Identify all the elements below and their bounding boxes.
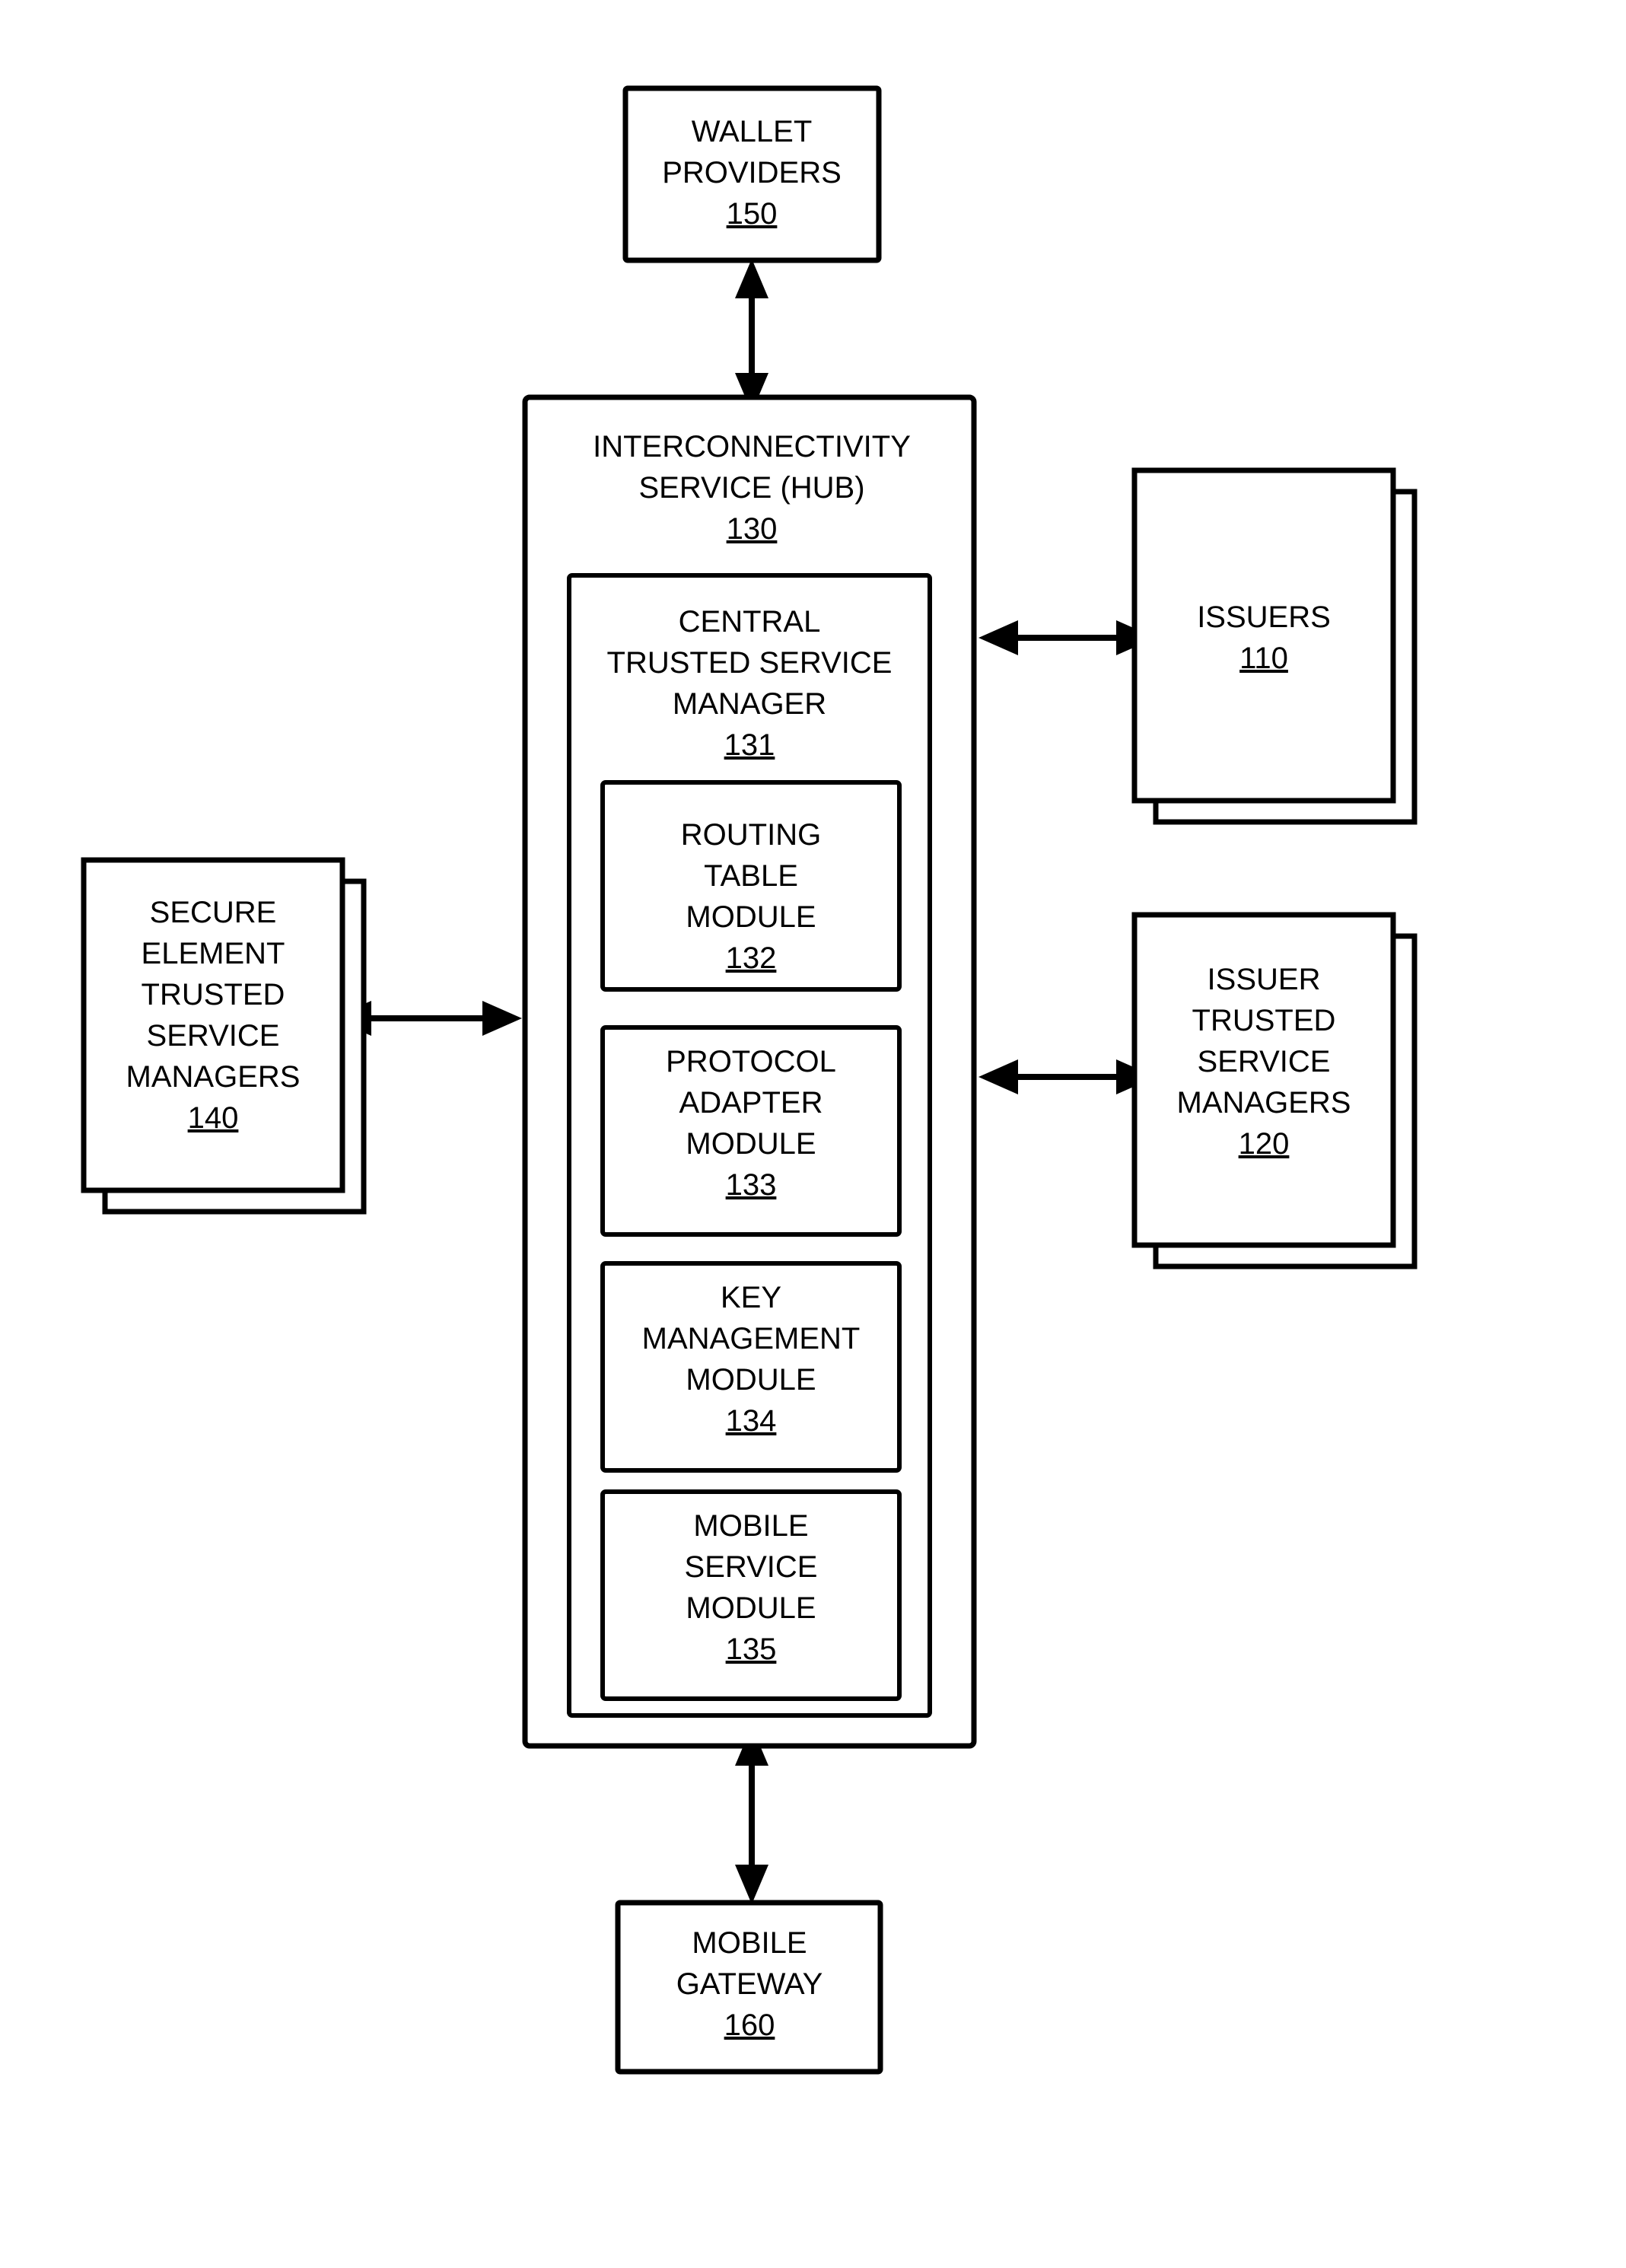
- routing-table-module-line-1: TABLE: [704, 859, 798, 893]
- mobile-gateway-line-1: GATEWAY: [676, 1967, 823, 2001]
- secure-element-tsm-line-0: SECURE: [150, 896, 277, 929]
- mobile-gateway-ref: 160: [724, 2008, 775, 2042]
- issuers-box[interactable]: [1131, 467, 1396, 804]
- routing-table-module-line-2: MODULE: [686, 900, 816, 934]
- routing-table-module-ref: 132: [726, 941, 777, 975]
- secure-element-tsm-line-3: SERVICE: [147, 1019, 280, 1053]
- issuer-tsm-line-2: SERVICE: [1198, 1045, 1331, 1078]
- protocol-adapter-module-ref: 133: [726, 1168, 777, 1202]
- wallet-providers-line-1: PROVIDERS: [662, 156, 842, 190]
- hub-line-0: INTERCONNECTIVITY: [593, 430, 911, 463]
- routing-table-module-line-0: ROUTING: [681, 818, 821, 852]
- mobile-service-module-line-1: SERVICE: [685, 1550, 818, 1584]
- node-interconnectivity-service-hub[interactable]: INTERCONNECTIVITY SERVICE (HUB) 130 CENT…: [522, 394, 977, 1749]
- connector-hub-mobile-gateway: [735, 1726, 768, 1904]
- node-routing-table-module[interactable]: ROUTING TABLE MODULE 132: [600, 780, 902, 992]
- node-issuer-trusted-service-managers[interactable]: ISSUER TRUSTED SERVICE MANAGERS 120: [1131, 912, 1418, 1269]
- wallet-providers-line-0: WALLET: [692, 115, 813, 148]
- issuer-tsm-ref: 120: [1239, 1127, 1290, 1161]
- secure-element-tsm-ref: 140: [188, 1101, 239, 1135]
- node-protocol-adapter-module[interactable]: PROTOCOL ADAPTER MODULE 133: [600, 1025, 902, 1237]
- mobile-gateway-line-0: MOBILE: [692, 1926, 807, 1960]
- node-central-trusted-service-manager[interactable]: CENTRAL TRUSTED SERVICE MANAGER 131 ROUT…: [567, 573, 932, 1718]
- secure-element-tsm-line-1: ELEMENT: [142, 937, 285, 970]
- wallet-providers-ref: 150: [727, 197, 778, 231]
- issuers-line-0: ISSUERS: [1197, 600, 1331, 634]
- node-issuers[interactable]: ISSUERS 110: [1131, 467, 1418, 825]
- block-diagram: WALLET PROVIDERS 150 ISSUERS 110 ISSUER …: [81, 85, 1418, 2075]
- central-tsm-line-1: TRUSTED SERVICE: [607, 646, 893, 680]
- issuer-tsm-line-0: ISSUER: [1208, 963, 1321, 996]
- figure-canvas: WALLET PROVIDERS 150 ISSUERS 110 ISSUER …: [0, 0, 1626, 2268]
- protocol-adapter-module-line-0: PROTOCOL: [666, 1045, 836, 1078]
- mobile-service-module-ref: 135: [726, 1633, 777, 1666]
- node-secure-element-trusted-service-managers[interactable]: SECURE ELEMENT TRUSTED SERVICE MANAGERS …: [81, 857, 367, 1215]
- node-wallet-providers[interactable]: WALLET PROVIDERS 150: [622, 85, 882, 263]
- hub-ref: 130: [727, 512, 778, 546]
- key-management-module-line-1: MANAGEMENT: [642, 1322, 861, 1355]
- central-tsm-line-0: CENTRAL: [679, 605, 821, 639]
- issuer-tsm-line-1: TRUSTED: [1192, 1004, 1336, 1037]
- protocol-adapter-module-line-1: ADAPTER: [679, 1086, 823, 1120]
- mobile-service-module-line-0: MOBILE: [693, 1509, 808, 1543]
- key-management-module-line-2: MODULE: [686, 1363, 816, 1397]
- issuers-ref: 110: [1239, 642, 1288, 675]
- central-tsm-ref: 131: [724, 728, 775, 762]
- key-management-module-line-0: KEY: [721, 1281, 781, 1314]
- key-management-module-ref: 134: [726, 1404, 777, 1438]
- issuer-tsm-line-3: MANAGERS: [1177, 1086, 1351, 1120]
- node-mobile-service-module[interactable]: MOBILE SERVICE MODULE 135: [600, 1489, 902, 1701]
- secure-element-tsm-line-2: TRUSTED: [142, 978, 285, 1011]
- hub-line-1: SERVICE (HUB): [638, 471, 864, 505]
- central-tsm-line-2: MANAGER: [673, 687, 826, 721]
- node-key-management-module[interactable]: KEY MANAGEMENT MODULE 134: [600, 1261, 902, 1473]
- node-mobile-gateway[interactable]: MOBILE GATEWAY 160: [615, 1900, 883, 2075]
- connector-hub-issuers: [978, 620, 1156, 655]
- connector-wallet-hub: [735, 259, 768, 413]
- mobile-service-module-line-2: MODULE: [686, 1591, 816, 1625]
- protocol-adapter-module-line-2: MODULE: [686, 1127, 816, 1161]
- connector-hub-issuer-tsm: [978, 1059, 1156, 1094]
- secure-element-tsm-line-4: MANAGERS: [126, 1060, 301, 1094]
